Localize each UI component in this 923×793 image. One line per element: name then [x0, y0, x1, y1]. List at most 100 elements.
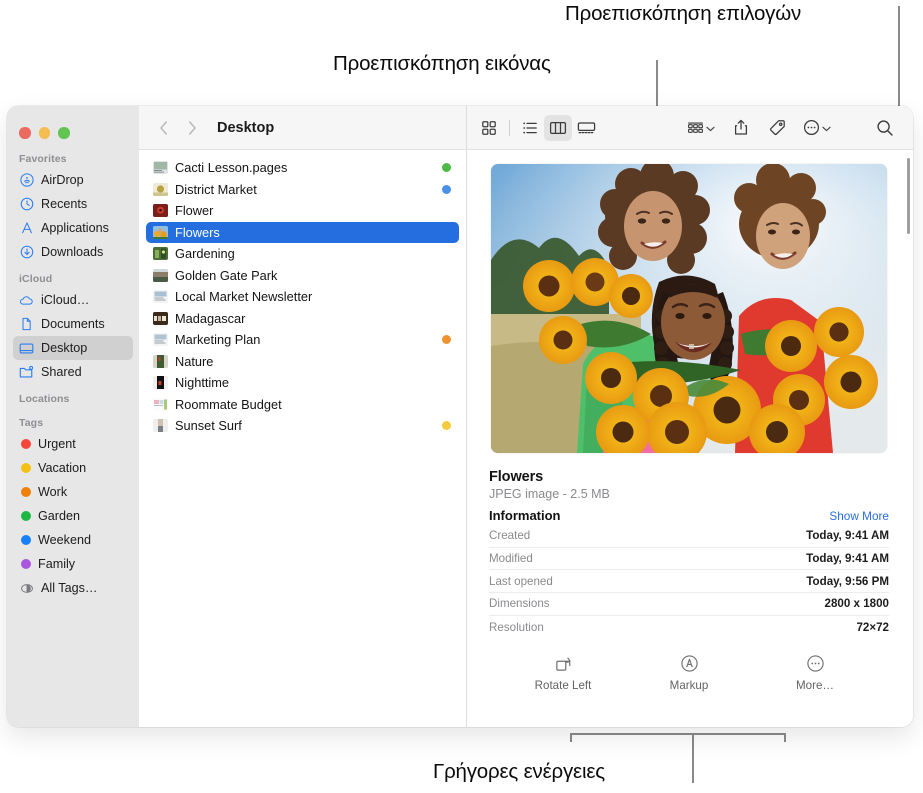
quick-action-label: More… — [795, 679, 834, 693]
file-row-golden-gate-park[interactable]: Golden Gate Park — [146, 265, 459, 287]
photo-icon — [153, 225, 168, 239]
search-button[interactable] — [871, 115, 899, 141]
quick-action-rotate-left[interactable]: Rotate Left — [526, 653, 600, 692]
column-view-button[interactable] — [544, 114, 572, 141]
info-value: 72×72 — [856, 620, 889, 634]
file-row-roommate-budget[interactable]: Roommate Budget — [146, 394, 459, 416]
gallery-view-button[interactable] — [572, 115, 600, 141]
share-button[interactable] — [727, 115, 755, 141]
sidebar-item-tag-work[interactable]: Work — [13, 480, 133, 504]
sidebar-item-label: Recents — [41, 197, 88, 211]
sidebar-item-downloads[interactable]: Downloads — [13, 240, 133, 264]
file-row-marketing-plan[interactable]: Marketing Plan — [146, 329, 459, 351]
sidebar-item-tag-weekend[interactable]: Weekend — [13, 528, 133, 552]
minimize-button[interactable] — [38, 127, 50, 139]
file-name: Cacti Lesson.pages — [175, 160, 288, 176]
file-row-cacti-lesson[interactable]: Cacti Lesson.pages — [146, 157, 459, 179]
numbers-doc-icon — [153, 397, 168, 411]
photo-icon — [153, 419, 168, 433]
desktop-icon — [19, 341, 34, 356]
sidebar-item-recents[interactable]: Recents — [13, 192, 133, 216]
actions-toolbar — [467, 106, 913, 150]
info-value: Today, 9:41 AM — [806, 552, 889, 566]
file-tag-dot — [442, 163, 451, 173]
file-row-sunset-surf[interactable]: Sunset Surf — [146, 415, 459, 437]
file-name: Roommate Budget — [175, 396, 282, 412]
file-tag-dot — [442, 228, 451, 237]
sidebar-item-shared[interactable]: Shared — [13, 360, 133, 384]
file-tag-dot — [442, 249, 451, 258]
sidebar-item-applications[interactable]: Applications — [13, 216, 133, 240]
tag-dot-icon — [21, 559, 31, 569]
file-row-nature[interactable]: Nature — [146, 351, 459, 373]
download-icon — [19, 245, 34, 260]
file-name: Gardening — [175, 246, 235, 262]
file-row-local-market-newsletter[interactable]: Local Market Newsletter — [146, 286, 459, 308]
info-key: Dimensions — [489, 597, 550, 611]
tags-button[interactable] — [763, 115, 791, 141]
clock-icon — [19, 197, 34, 212]
zoom-button[interactable] — [58, 127, 70, 139]
photo-icon — [153, 182, 168, 196]
file-row-district-market[interactable]: District Market — [146, 179, 459, 201]
quick-action-markup[interactable]: Markup — [652, 653, 726, 692]
vertical-scrollbar[interactable] — [906, 158, 910, 234]
sunflower-photo — [491, 164, 887, 453]
sidebar-item-tag-garden[interactable]: Garden — [13, 504, 133, 528]
airdrop-icon — [19, 173, 34, 188]
window-controls — [7, 114, 139, 144]
info-key: Last opened — [489, 574, 553, 588]
shared-folder-icon — [19, 365, 34, 380]
file-meta: Flowers JPEG image - 2.5 MB — [489, 469, 889, 501]
sidebar-item-all-tags[interactable]: All Tags… — [13, 576, 133, 600]
leader-line-quick-actions — [692, 733, 694, 783]
chevron-down-icon — [706, 119, 715, 137]
sidebar-item-icloud[interactable]: iCloud… — [13, 288, 133, 312]
file-name: Nature — [175, 353, 214, 369]
tag-dot-icon — [21, 439, 31, 449]
sidebar-item-label: Family — [38, 557, 76, 571]
annotation-preview-options: Προεπισκόπηση επιλογών — [565, 2, 802, 25]
close-button[interactable] — [19, 127, 31, 139]
information-header: Information Show More — [489, 508, 889, 523]
info-key: Resolution — [489, 620, 544, 634]
sidebar-item-tag-family[interactable]: Family — [13, 552, 133, 576]
information-table: Created Today, 9:41 AM Modified Today, 9… — [489, 525, 889, 638]
sidebar-item-airdrop[interactable]: AirDrop — [13, 168, 133, 192]
breadcrumb[interactable]: Desktop — [217, 120, 274, 136]
quick-action-label: Markup — [669, 679, 709, 693]
quick-action-label: Rotate Left — [534, 679, 592, 693]
photo-icon — [153, 376, 168, 390]
group-by-button[interactable] — [683, 115, 719, 141]
sidebar-item-label: Urgent — [38, 437, 76, 451]
sidebar-section-locations: Locations — [19, 393, 70, 405]
more-actions-button[interactable] — [799, 115, 835, 141]
sidebar-item-label: AirDrop — [41, 173, 84, 187]
icon-view-button[interactable] — [475, 115, 503, 141]
sidebar-item-tag-vacation[interactable]: Vacation — [13, 456, 133, 480]
file-name: Sunset Surf — [175, 418, 242, 434]
tag-dot-icon — [21, 535, 31, 545]
navigation-toolbar: Desktop — [139, 106, 466, 150]
info-value: Today, 9:56 PM — [806, 574, 889, 588]
file-name: Madagascar — [175, 310, 246, 326]
sidebar-item-desktop[interactable]: Desktop — [13, 336, 133, 360]
quick-actions-bar: Rotate Left Markup More… — [489, 638, 889, 692]
file-row-flowers[interactable]: Flowers — [146, 221, 459, 243]
file-tag-dot — [442, 400, 451, 409]
forward-button[interactable] — [179, 115, 205, 141]
file-name: Nighttime — [175, 375, 230, 391]
sidebar-item-label: Desktop — [41, 341, 88, 355]
file-row-madagascar[interactable]: Madagascar — [146, 308, 459, 330]
file-row-nighttime[interactable]: Nighttime — [146, 372, 459, 394]
sidebar-item-documents[interactable]: Documents — [13, 312, 133, 336]
list-view-button[interactable] — [516, 115, 544, 141]
sidebar-item-tag-urgent[interactable]: Urgent — [13, 432, 133, 456]
show-more-link[interactable]: Show More — [829, 509, 889, 523]
back-button[interactable] — [151, 115, 177, 141]
sidebar-section-favorites: Favorites — [19, 153, 67, 165]
quick-action-more[interactable]: More… — [778, 653, 852, 692]
file-row-flower[interactable]: Flower — [146, 200, 459, 222]
annotation-quick-actions: Γρήγορες ενέργειες — [433, 760, 605, 783]
file-row-gardening[interactable]: Gardening — [146, 243, 459, 265]
